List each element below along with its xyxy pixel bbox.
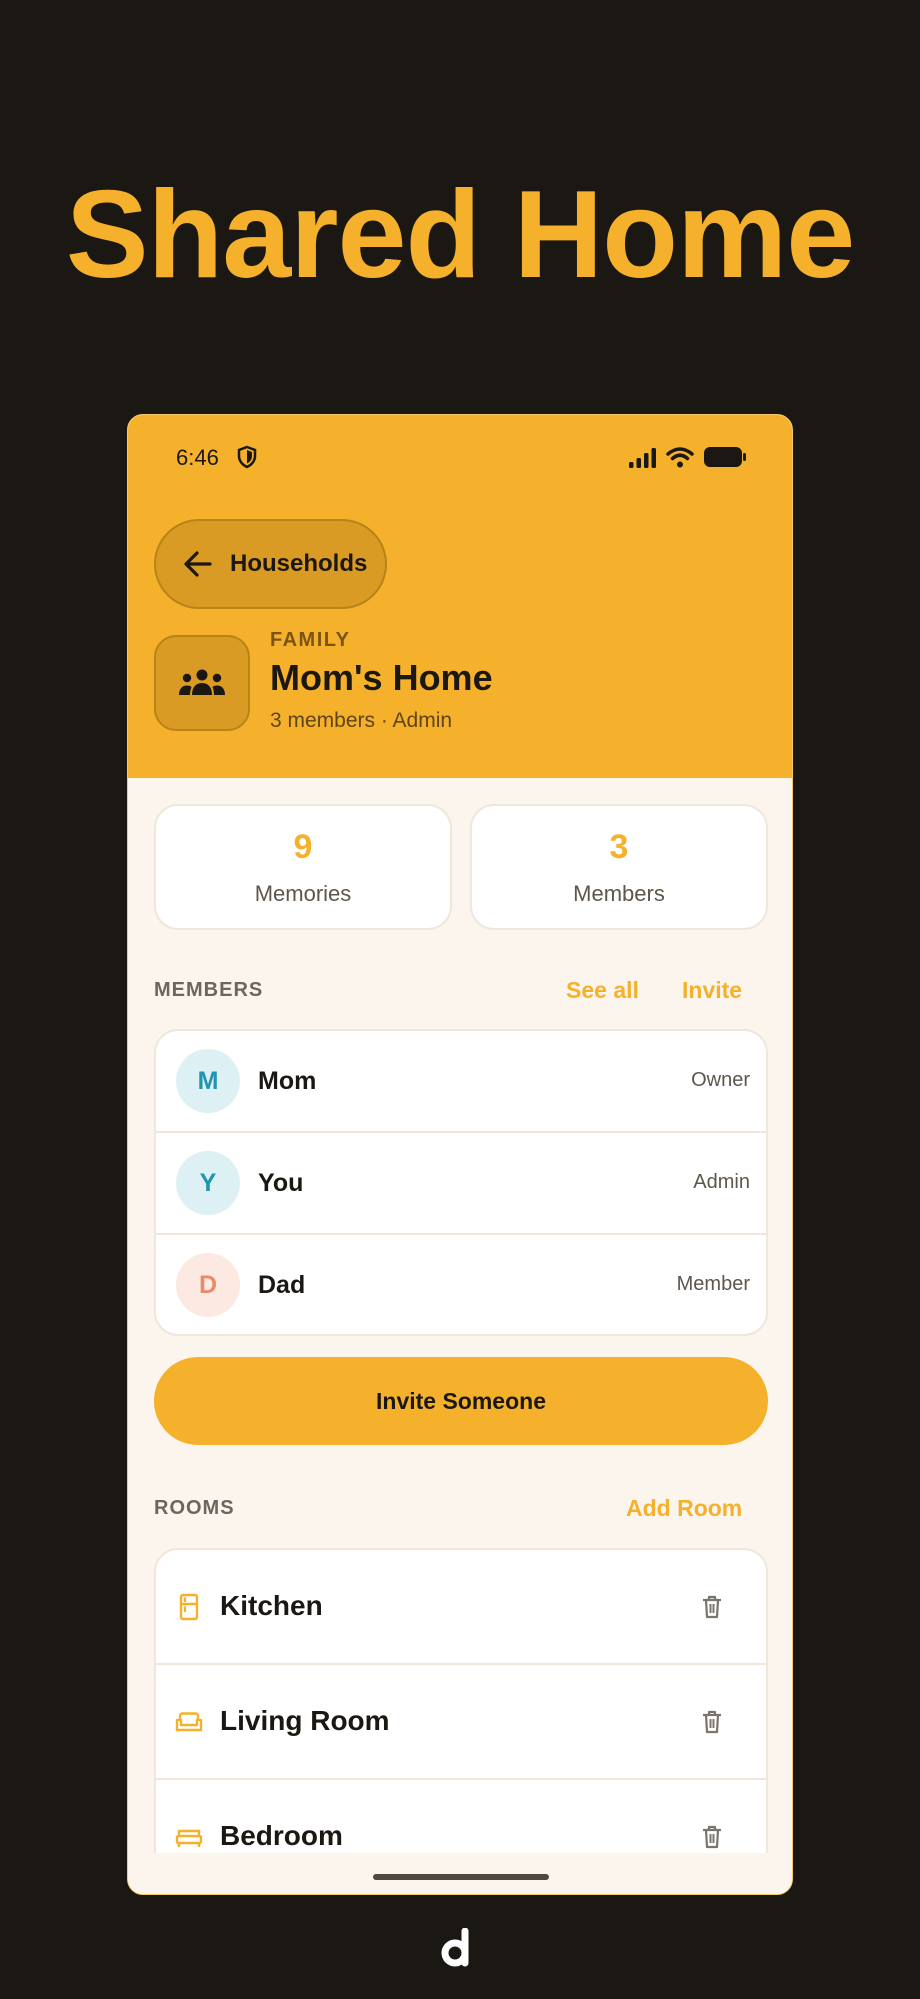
- member-name: You: [258, 1169, 304, 1197]
- sofa-icon: [175, 1712, 203, 1732]
- signal-icon: [629, 448, 656, 468]
- home-indicator[interactable]: [373, 1874, 549, 1880]
- member-avatar: Y: [176, 1151, 240, 1215]
- member-role: Member: [676, 1273, 750, 1295]
- member-avatar: D: [176, 1253, 240, 1317]
- household-avatar: [154, 635, 250, 731]
- member-name: Mom: [258, 1067, 317, 1095]
- room-row-living-room[interactable]: Living Room: [156, 1665, 766, 1780]
- group-icon: [179, 669, 225, 695]
- members-section-title: MEMBERS: [154, 979, 264, 1001]
- memories-stat-card[interactable]: 9 Memories: [154, 804, 452, 930]
- see-all-members-link[interactable]: See all: [566, 977, 639, 1004]
- room-name: Living Room: [220, 1705, 390, 1736]
- back-to-households-button[interactable]: Households: [154, 519, 387, 609]
- member-avatar: M: [176, 1049, 240, 1113]
- invite-link[interactable]: Invite: [682, 977, 742, 1004]
- household-header: 6:46 Households FAMILY Mom's Home 3 memb…: [128, 415, 792, 778]
- members-label: Members: [573, 881, 665, 906]
- back-button-label: Households: [230, 550, 368, 577]
- household-type: FAMILY: [270, 629, 351, 651]
- rooms-list: Kitchen Living Room Bedroom: [154, 1548, 768, 1894]
- status-time: 6:46: [176, 445, 219, 470]
- household-name: Mom's Home: [270, 657, 493, 698]
- shield-icon: [237, 445, 257, 469]
- headline: Shared Home: [65, 166, 855, 304]
- trash-icon[interactable]: [700, 1824, 724, 1850]
- household-meta: 3 members · Admin: [270, 709, 453, 732]
- rooms-section-title: ROOMS: [154, 1497, 235, 1519]
- members-list: M Mom Owner Y You Admin D Dad Member: [154, 1029, 768, 1336]
- member-row-mom[interactable]: M Mom Owner: [156, 1031, 766, 1133]
- add-room-link[interactable]: Add Room: [626, 1495, 742, 1522]
- member-role: Owner: [691, 1069, 750, 1091]
- member-name: Dad: [258, 1271, 306, 1299]
- member-role: Admin: [693, 1171, 750, 1193]
- trash-icon[interactable]: [700, 1709, 724, 1735]
- members-count: 3: [609, 828, 629, 866]
- fridge-icon: [179, 1593, 199, 1621]
- wifi-icon: [666, 447, 694, 468]
- brand-logo-icon: [441, 1928, 469, 1967]
- members-stat-card[interactable]: 3 Members: [470, 804, 768, 930]
- arrow-left-icon: [184, 551, 212, 577]
- room-name: Kitchen: [220, 1590, 323, 1621]
- invite-someone-button[interactable]: Invite Someone: [154, 1357, 768, 1445]
- trash-icon[interactable]: [700, 1594, 724, 1620]
- member-row-dad[interactable]: D Dad Member: [156, 1235, 766, 1334]
- memories-label: Memories: [254, 881, 352, 906]
- memories-count: 9: [293, 828, 313, 866]
- phone-screen: 6:46 Households FAMILY Mom's Home 3 memb…: [127, 414, 793, 1895]
- battery-icon: [704, 447, 746, 467]
- room-row-kitchen[interactable]: Kitchen: [156, 1550, 766, 1665]
- member-row-you[interactable]: Y You Admin: [156, 1133, 766, 1235]
- room-name: Bedroom: [220, 1820, 343, 1851]
- bed-icon: [175, 1829, 203, 1847]
